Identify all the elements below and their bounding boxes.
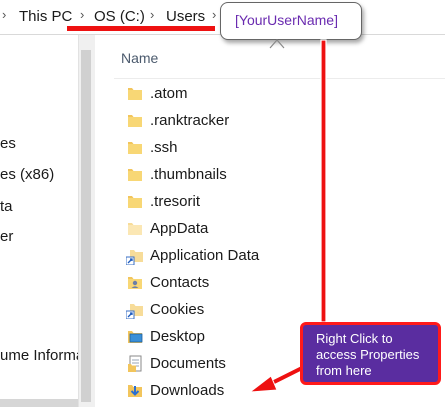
callout-line: access Properties <box>316 347 420 362</box>
instruction-callout: Right Click to access Properties from he… <box>300 322 441 385</box>
callout-line: from here <box>316 363 372 378</box>
vertical-arrow-line <box>320 39 327 323</box>
arrow-to-downloads <box>248 364 306 393</box>
callout-line: Right Click to <box>316 331 393 346</box>
